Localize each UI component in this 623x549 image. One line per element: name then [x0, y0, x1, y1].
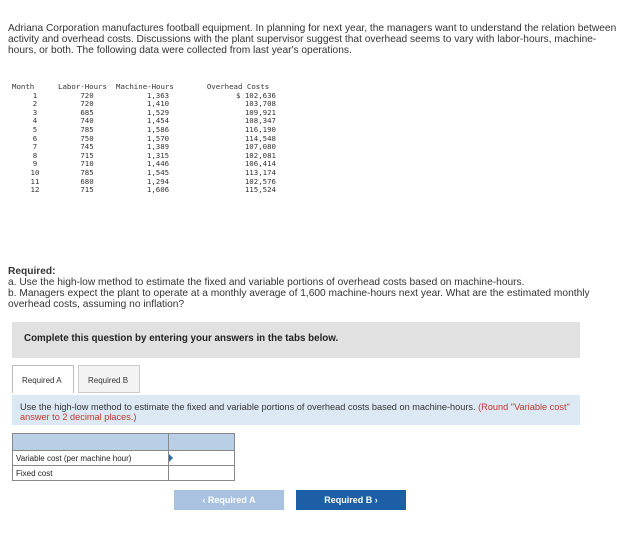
fixed-cost-label: Fixed cost — [12, 465, 169, 481]
required-title: Required: — [8, 266, 56, 277]
table-row: 12 715 1,606 115,524 — [12, 186, 282, 195]
tab-required-a[interactable]: Required A — [12, 365, 74, 393]
required-b-text: b. Managers expect the plant to operate … — [8, 288, 590, 310]
problem-intro: Adriana Corporation manufactures footbal… — [8, 23, 617, 56]
prev-required-a-button[interactable]: ‹ Required A — [174, 490, 284, 510]
tab-required-b-label: Required B — [88, 376, 129, 385]
month-cell: 12 — [30, 185, 40, 195]
tab-required-b[interactable]: Required B — [78, 365, 140, 393]
variable-cost-input[interactable] — [168, 450, 235, 466]
tab-required-a-label: Required A — [22, 376, 62, 385]
answer-row-variable: Variable cost (per machine hour) — [12, 450, 235, 466]
machine-hours-cell: 1,606 — [146, 185, 170, 195]
required-a-text: a. Use the high-low method to estimate t… — [8, 277, 525, 288]
answer-row-fixed: Fixed cost — [12, 465, 235, 481]
fixed-cost-input[interactable] — [168, 465, 235, 481]
variable-cost-label: Variable cost (per machine hour) — [12, 450, 169, 466]
answer-table-header — [12, 433, 235, 451]
instruction-box: Use the high-low method to estimate the … — [12, 395, 580, 425]
input-marker-icon — [169, 454, 173, 462]
complete-question-text: Complete this question by entering your … — [24, 333, 339, 344]
overhead-costs-cell: 115,524 — [244, 185, 276, 195]
overhead-data-table: Month Labor-Hours Machine-Hours Overhead… — [12, 82, 282, 195]
next-required-b-button[interactable]: Required B › — [296, 490, 406, 510]
instruction-text: Use the high-low method to estimate the … — [20, 402, 476, 412]
answer-header-value-cell — [168, 433, 235, 451]
labor-hours-cell: 715 — [80, 185, 94, 195]
complete-question-bar: Complete this question by entering your … — [12, 322, 580, 358]
answer-header-label-cell — [12, 433, 169, 451]
answer-table: Variable cost (per machine hour) Fixed c… — [12, 433, 235, 481]
required-section: Required: a. Use the high-low method to … — [8, 266, 618, 310]
